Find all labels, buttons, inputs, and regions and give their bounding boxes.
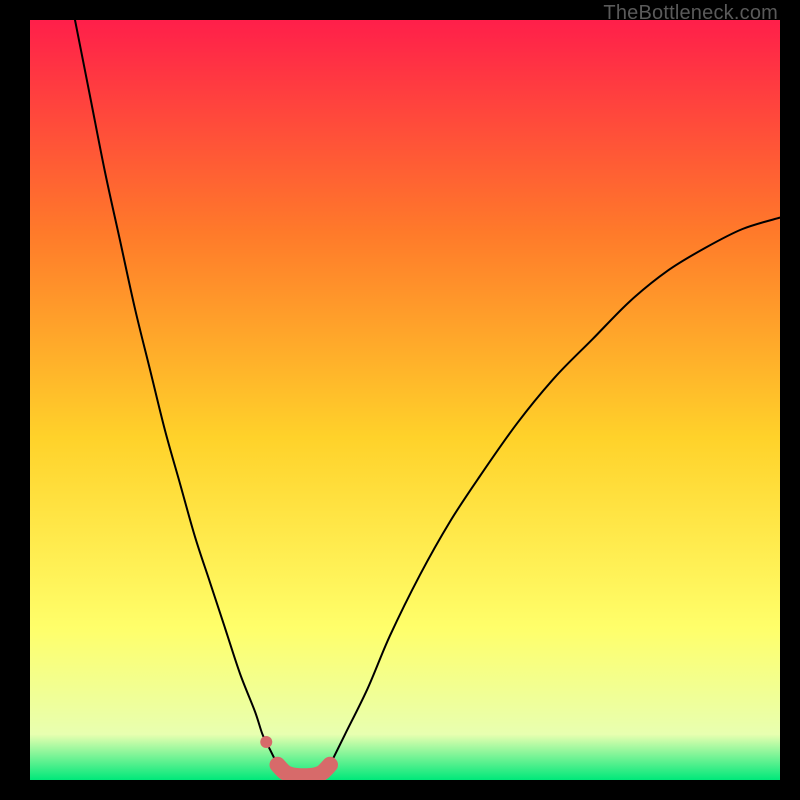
chart-frame: TheBottleneck.com: [0, 0, 800, 800]
watermark-text: TheBottleneck.com: [603, 2, 778, 25]
gradient-background: [30, 20, 780, 780]
points-group: [260, 736, 272, 748]
marker-dot-left: [260, 736, 272, 748]
chart-plot-area: [30, 20, 780, 780]
chart-svg: [30, 20, 780, 780]
